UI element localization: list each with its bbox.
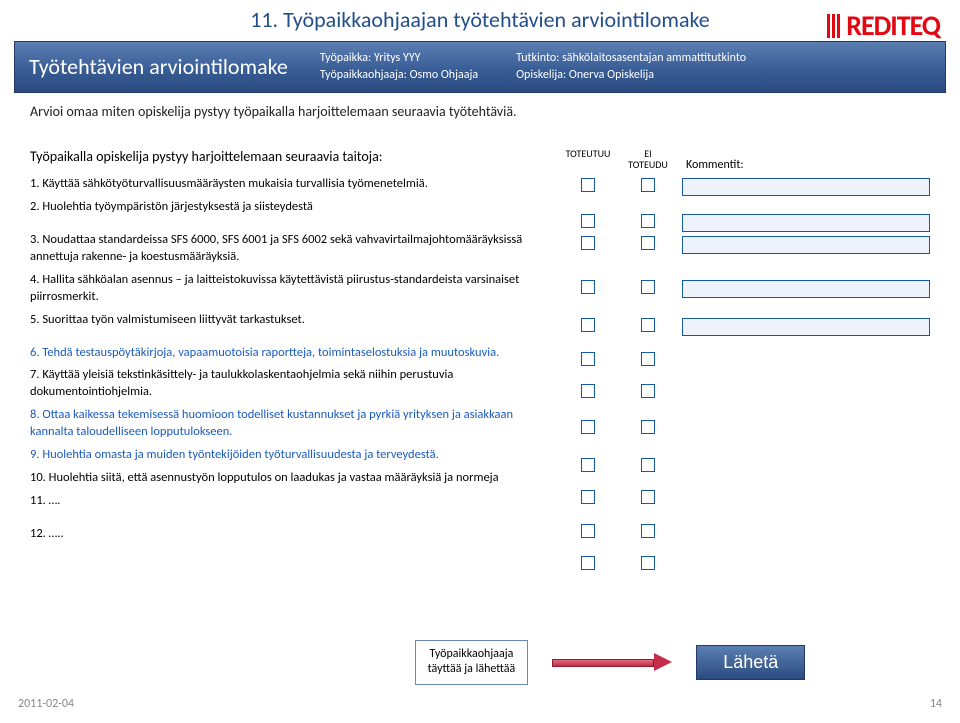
item-8-link[interactable]: 8. Ottaa kaikessa tekemisessä huomioon t…: [30, 407, 513, 439]
chk-toteutuu-12[interactable]: [581, 556, 595, 570]
chk-ei-8[interactable]: [641, 420, 655, 434]
page-footer: 2011-02-04 14: [0, 697, 960, 711]
chk-toteutuu-9[interactable]: [581, 458, 595, 472]
section-heading: Työpaikalla opiskelija pystyy harjoittel…: [30, 148, 550, 167]
note-line-1: Työpaikkaohjaaja: [428, 647, 516, 663]
value-student: Onerva Opiskelija: [569, 68, 654, 82]
banner-col-degree: Tutkinto: sähkölaitosasentajan ammattitu…: [516, 50, 931, 84]
chk-toteutuu-5[interactable]: [581, 318, 595, 332]
item-11: 11. ….: [30, 493, 550, 510]
items-list: Työpaikalla opiskelija pystyy harjoittel…: [30, 148, 550, 586]
comment-1[interactable]: [682, 178, 930, 196]
value-workplace: Yritys YYY: [374, 51, 421, 65]
item-12: 12. …..: [30, 526, 550, 543]
chk-toteutuu-8[interactable]: [581, 420, 595, 434]
column-comments: Kommentit:: [682, 148, 930, 586]
chk-ei-5[interactable]: [641, 318, 655, 332]
comment-5[interactable]: [682, 318, 930, 336]
chk-toteutuu-1[interactable]: [581, 178, 595, 192]
logo-bars-icon: [827, 14, 840, 38]
note-line-2: täyttää ja lähettää: [428, 662, 516, 678]
form-banner: Työtehtävien arviointilomake Työpaikka: …: [14, 41, 946, 93]
chk-ei-3[interactable]: [641, 236, 655, 250]
item-9: 9. Huolehtia omasta ja muiden työntekijö…: [30, 447, 550, 464]
comment-3[interactable]: [682, 236, 930, 254]
item-7: 7. Käyttää yleisiä tekstinkäsittely- ja …: [30, 367, 550, 401]
chk-ei-11[interactable]: [641, 524, 655, 538]
note-box: Työpaikkaohjaaja täyttää ja lähettää: [415, 640, 529, 685]
logo: REDITEQ: [827, 8, 940, 43]
label-degree: Tutkinto:: [516, 51, 559, 65]
item-2: 2. Huolehtia työympäristön järjestyksest…: [30, 199, 550, 216]
chk-toteutuu-4[interactable]: [581, 280, 595, 294]
label-workplace: Työpaikka:: [320, 51, 371, 65]
footer-date: 2011-02-04: [18, 697, 74, 711]
intro-text: Arvioi omaa miten opiskelija pystyy työp…: [30, 103, 930, 120]
chk-ei-10[interactable]: [641, 490, 655, 504]
item-5: 5. Suorittaa työn valmistumiseen liittyv…: [30, 312, 550, 329]
value-instructor: Osmo Ohjaaja: [410, 68, 479, 82]
form-title: Työtehtävien arviointilomake: [29, 53, 288, 80]
footer-page-number: 14: [930, 697, 942, 711]
chk-ei-6[interactable]: [641, 352, 655, 366]
item-3: 3. Noudattaa standardeissa SFS 6000, SFS…: [30, 232, 550, 266]
label-student: Opiskelija:: [516, 68, 566, 82]
chk-ei-2[interactable]: [641, 214, 655, 228]
banner-col-workplace: Työpaikka: Yritys YYY Työpaikkaohjaaja: …: [320, 50, 478, 84]
chk-toteutuu-3[interactable]: [581, 236, 595, 250]
item-8: 8. Ottaa kaikessa tekemisessä huomioon t…: [30, 407, 550, 441]
arrow-right-icon: [552, 655, 672, 669]
value-degree: sähkölaitosasentajan ammattitutkinto: [562, 51, 746, 65]
chk-ei-9[interactable]: [641, 458, 655, 472]
col-head-ei-toteudu: EITOTEUDU: [628, 148, 668, 172]
chk-toteutuu-7[interactable]: [581, 384, 595, 398]
item-9-link[interactable]: 9. Huolehtia omasta ja muiden työntekijö…: [30, 447, 439, 462]
chk-toteutuu-11[interactable]: [581, 524, 595, 538]
chk-ei-12[interactable]: [641, 556, 655, 570]
chk-toteutuu-6[interactable]: [581, 352, 595, 366]
label-instructor: Työpaikkaohjaaja:: [320, 68, 407, 82]
item-10: 10. Huolehtia siitä, että asennustyön lo…: [30, 470, 550, 487]
send-button[interactable]: Lähetä: [696, 645, 805, 680]
chk-ei-1[interactable]: [641, 178, 655, 192]
chk-toteutuu-10[interactable]: [581, 490, 595, 504]
chk-toteutuu-2[interactable]: [581, 214, 595, 228]
logo-text: REDITEQ: [846, 8, 940, 43]
col-head-comments: Kommentit:: [682, 148, 930, 172]
item-1: 1. Käyttää sähkötyöturvallisuusmääräyste…: [30, 176, 550, 193]
comment-2[interactable]: [682, 214, 930, 232]
col-head-toteutuu: TOTEUTUU: [566, 148, 611, 172]
chk-ei-7[interactable]: [641, 384, 655, 398]
item-6: 6. Tehdä testauspöytäkirjoja, vapaamuoto…: [30, 345, 550, 362]
column-toteutuu: TOTEUTUU: [562, 148, 614, 586]
item-4: 4. Hallita sähköalan asennus – ja laitte…: [30, 272, 550, 306]
comment-4[interactable]: [682, 280, 930, 298]
chk-ei-4[interactable]: [641, 280, 655, 294]
page-title: 11. Työpaikkaohjaajan työtehtävien arvio…: [250, 6, 710, 33]
column-ei-toteudu: EITOTEUDU: [622, 148, 674, 586]
item-6-link[interactable]: 6. Tehdä testauspöytäkirjoja, vapaamuoto…: [30, 345, 499, 360]
